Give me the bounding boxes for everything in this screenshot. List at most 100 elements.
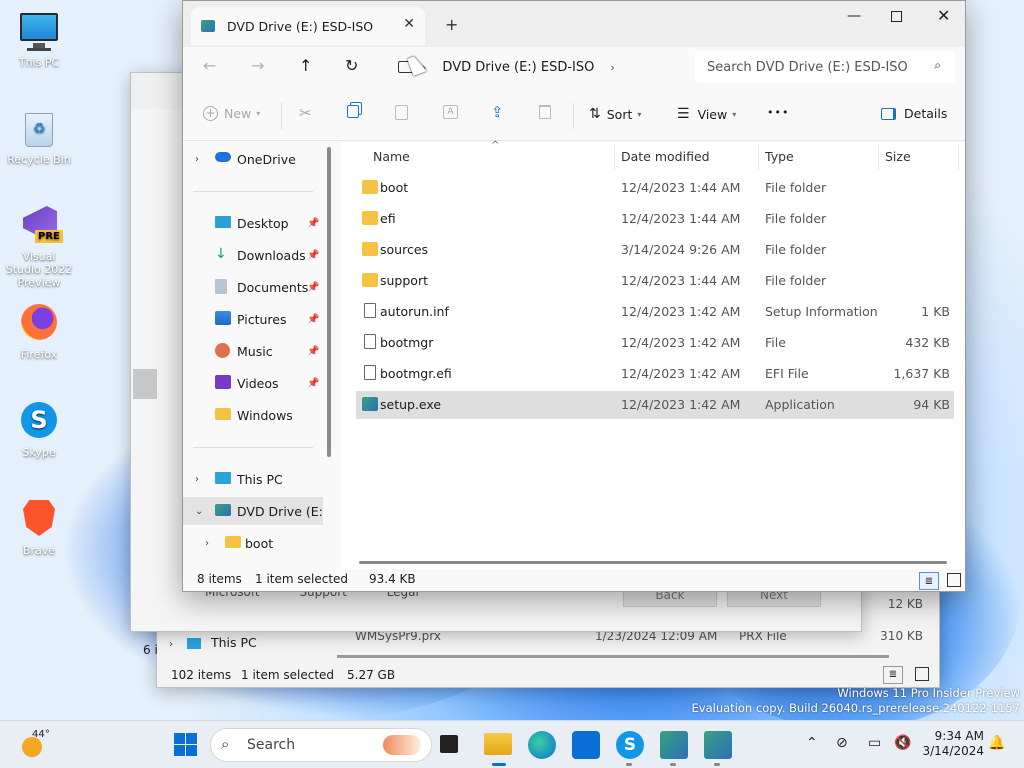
file-row[interactable]: bootmgr.efi 12/4/2023 1:42 AM EFI File 1,63… bbox=[356, 360, 954, 388]
nav-item-dvd-drive[interactable]: ⌄ DVD Drive (E:) ESD-ISO bbox=[183, 497, 323, 525]
column-header-type[interactable]: Type bbox=[765, 149, 794, 164]
column-header-date[interactable]: Date modified bbox=[621, 149, 710, 164]
chevron-up-icon[interactable]: ⌃ bbox=[806, 735, 818, 751]
refresh-icon[interactable]: ↻ bbox=[345, 56, 358, 75]
search-icon[interactable]: ⌕ bbox=[934, 58, 941, 73]
back-nav-this-pc[interactable]: › This PC bbox=[169, 635, 257, 650]
chevron-right-icon[interactable]: › bbox=[195, 154, 199, 165]
setup-taskbar-icon-2[interactable] bbox=[704, 731, 732, 759]
desktop-icon-skype[interactable]: S Skype bbox=[4, 400, 74, 459]
nav-item-downloads[interactable]: ↓ Downloads 📌 bbox=[183, 241, 323, 269]
display-icon[interactable]: ▭ bbox=[868, 735, 881, 751]
close-tab-icon[interactable]: ✕ bbox=[403, 16, 415, 32]
chevron-down-icon[interactable]: ⌄ bbox=[195, 506, 203, 517]
desktop-icon-brave[interactable]: Brave bbox=[4, 498, 74, 557]
cut-icon[interactable]: ✂ bbox=[299, 104, 312, 122]
chevron-right-icon[interactable]: › bbox=[195, 474, 199, 485]
desktop-icon-this-pc[interactable]: This PC bbox=[4, 10, 74, 69]
nav-item-documents[interactable]: Documents 📌 bbox=[183, 273, 323, 301]
file-row[interactable]: efi 12/4/2023 1:44 AM File folder bbox=[356, 205, 954, 233]
file-row[interactable]: setup.exe 12/4/2023 1:42 AM Application 94 … bbox=[356, 391, 954, 419]
pin-icon[interactable]: 📌 bbox=[307, 218, 319, 229]
back-arrow-icon[interactable]: ← bbox=[203, 56, 216, 75]
tab-dvd-drive[interactable]: DVD Drive (E:) ESD-ISO ✕ bbox=[191, 7, 425, 45]
network-disconnected-icon[interactable]: ⊘ bbox=[836, 735, 848, 751]
desktop-icon-recycle-bin[interactable]: ♻ Recycle Bin bbox=[4, 107, 74, 166]
share-icon[interactable]: ⇪ bbox=[491, 103, 504, 121]
skype-taskbar-icon[interactable]: S bbox=[616, 731, 644, 759]
address-bar[interactable]: › DVD Drive (E:) ESD-ISO › bbox=[386, 51, 686, 83]
volume-muted-icon[interactable]: 🔇 bbox=[894, 735, 911, 751]
store-icon[interactable] bbox=[572, 731, 600, 759]
minimize-icon[interactable]: — bbox=[847, 8, 861, 24]
rename-icon[interactable]: A bbox=[443, 105, 458, 119]
pin-icon[interactable]: 📌 bbox=[307, 282, 319, 293]
desktop-icon-firefox[interactable]: Firefox bbox=[4, 302, 74, 361]
nav-item-music[interactable]: Music 📌 bbox=[183, 337, 323, 365]
horizontal-scrollbar[interactable] bbox=[359, 561, 947, 564]
column-separator[interactable] bbox=[878, 146, 879, 170]
desktop-icon-label: Visual Studio 2022 Preview bbox=[5, 250, 73, 289]
folder-icon bbox=[362, 273, 378, 287]
setup-dialog-scroll-thumb[interactable] bbox=[133, 369, 157, 399]
back-hscroll[interactable] bbox=[337, 655, 889, 658]
details-view-icon[interactable]: ≣ bbox=[919, 572, 939, 590]
chevron-right-icon[interactable]: › bbox=[610, 61, 614, 74]
forward-arrow-icon[interactable]: → bbox=[251, 56, 264, 75]
column-separator[interactable] bbox=[958, 146, 959, 170]
start-windows-icon[interactable] bbox=[172, 731, 200, 759]
maximize-icon[interactable] bbox=[891, 11, 902, 22]
task-view-icon[interactable] bbox=[440, 735, 458, 753]
file-row[interactable]: autorun.inf 12/4/2023 1:42 AM Setup Inform… bbox=[356, 298, 954, 326]
view-button[interactable]: ☰ View ▾ bbox=[677, 106, 736, 122]
new-button[interactable]: + New ▾ bbox=[203, 106, 260, 121]
setup-taskbar-icon[interactable] bbox=[660, 731, 688, 759]
explorer-window[interactable]: DVD Drive (E:) ESD-ISO ✕ + — ✕ ← → ↑ ↻ ›… bbox=[182, 0, 966, 592]
nav-item-onedrive[interactable]: › OneDrive bbox=[183, 145, 323, 173]
up-arrow-icon[interactable]: ↑ bbox=[299, 56, 312, 75]
file-row[interactable]: sources 3/14/2024 9:26 AM File folder bbox=[356, 236, 954, 264]
details-pane-button[interactable]: Details bbox=[881, 106, 947, 121]
back-file-row[interactable]: WMSysPr9.prx 1/23/2024 12:09 AM PRX File… bbox=[337, 629, 937, 651]
more-options-icon[interactable]: ••• bbox=[767, 106, 789, 119]
sort-button[interactable]: ⇅ Sort ▾ bbox=[589, 106, 641, 122]
clock[interactable]: 9:34 AM 3/14/2024 bbox=[922, 729, 984, 759]
nav-item-windows[interactable]: Windows bbox=[183, 401, 323, 429]
file-row[interactable]: support 12/4/2023 1:44 AM File folder bbox=[356, 267, 954, 295]
search-box[interactable]: Search DVD Drive (E:) ESD-ISO ⌕ bbox=[695, 51, 955, 83]
nav-item-videos[interactable]: Videos 📌 bbox=[183, 369, 323, 397]
nav-item-this-pc[interactable]: › This PC bbox=[183, 465, 323, 493]
pin-icon[interactable]: 📌 bbox=[307, 378, 319, 389]
back-tiles-view-icon[interactable] bbox=[915, 667, 929, 681]
chevron-right-icon[interactable]: › bbox=[205, 538, 209, 549]
new-tab-icon[interactable]: + bbox=[445, 15, 458, 34]
file-row[interactable]: bootmgr 12/4/2023 1:42 AM File 432 KB bbox=[356, 329, 954, 357]
edge-icon[interactable] bbox=[528, 731, 556, 759]
paste-icon[interactable] bbox=[395, 105, 408, 120]
tiles-view-icon[interactable] bbox=[947, 573, 961, 587]
pin-icon[interactable]: 📌 bbox=[307, 250, 319, 261]
column-header-size[interactable]: Size bbox=[885, 149, 911, 164]
pin-icon[interactable]: 📌 bbox=[307, 346, 319, 357]
file-explorer-taskbar-icon[interactable] bbox=[484, 733, 512, 755]
file-type: File folder bbox=[765, 273, 827, 288]
pin-icon[interactable]: 📌 bbox=[307, 314, 319, 325]
file-icon bbox=[364, 365, 376, 380]
column-header-name[interactable]: Name bbox=[373, 149, 410, 164]
address-segment[interactable]: DVD Drive (E:) ESD-ISO bbox=[442, 60, 594, 75]
back-details-view-icon[interactable]: ≣ bbox=[883, 666, 903, 684]
desktop-icon-visual-studio[interactable]: PRE Visual Studio 2022 Preview bbox=[4, 204, 74, 289]
taskbar-search-box[interactable]: ⌕ Search bbox=[210, 728, 432, 762]
nav-item-pictures[interactable]: Pictures 📌 bbox=[183, 305, 323, 333]
column-separator[interactable] bbox=[758, 146, 759, 170]
file-row[interactable]: boot 12/4/2023 1:44 AM File folder bbox=[356, 174, 954, 202]
pre-badge: PRE bbox=[35, 230, 63, 243]
column-separator[interactable] bbox=[614, 146, 615, 170]
notification-bell-icon[interactable]: 🔔 bbox=[988, 735, 1005, 751]
close-window-icon[interactable]: ✕ bbox=[937, 6, 950, 25]
nav-scrollbar[interactable] bbox=[327, 147, 331, 457]
nav-item-desktop[interactable]: Desktop 📌 bbox=[183, 209, 323, 237]
nav-item-boot[interactable]: › boot bbox=[183, 529, 323, 557]
copy-icon[interactable] bbox=[347, 105, 359, 118]
delete-icon[interactable] bbox=[539, 105, 551, 119]
